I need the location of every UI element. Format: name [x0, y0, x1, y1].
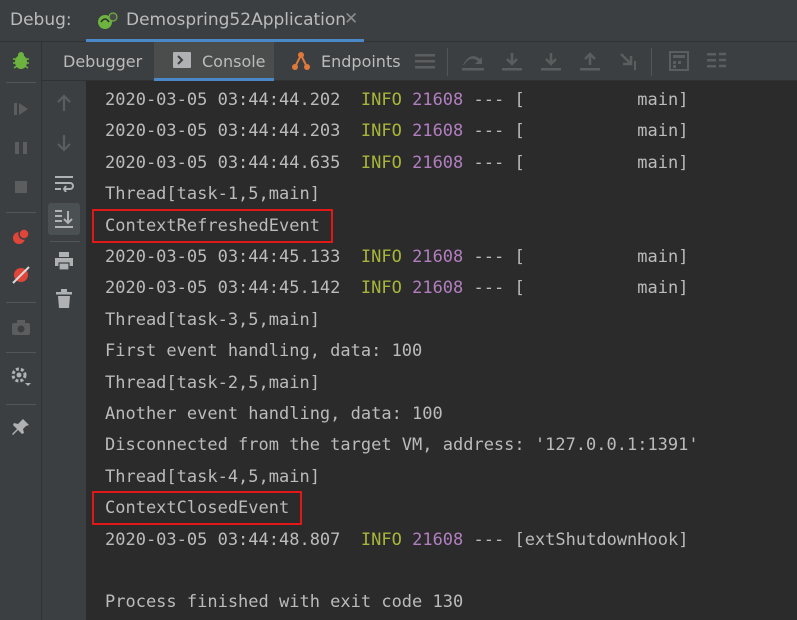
- log-thread: --- [ main]: [463, 90, 689, 110]
- log-timestamp: 2020-03-05 03:44:44.635: [105, 153, 341, 173]
- trash-icon[interactable]: [48, 283, 80, 315]
- log-pid: 21608: [412, 153, 464, 173]
- log-pid: 21608: [412, 278, 464, 298]
- console-line: Thread[task-2,5,main]: [105, 373, 320, 393]
- console-line: Process finished with exit code 130: [105, 592, 464, 612]
- pin-icon[interactable]: [8, 414, 34, 440]
- tab-console[interactable]: Console: [154, 42, 274, 81]
- log-level: INFO: [360, 121, 402, 141]
- highlighted-event-line: ContextRefreshedEvent: [105, 216, 320, 236]
- console-icon: [172, 50, 192, 70]
- endpoints-icon: [290, 50, 312, 72]
- console-line: Disconnected from the target VM, address…: [105, 435, 699, 455]
- show-execution-point-icon[interactable]: [462, 50, 484, 72]
- log-pid: 21608: [412, 90, 464, 110]
- settings-icon[interactable]: [8, 364, 34, 390]
- up-arrow-icon[interactable]: [48, 87, 80, 119]
- log-level: INFO: [360, 90, 402, 110]
- log-thread: --- [ main]: [463, 153, 689, 173]
- session-tab[interactable]: Demospring52Application ✕: [86, 0, 364, 42]
- session-title: Demospring52Application: [126, 10, 347, 30]
- scroll-to-end-icon[interactable]: [48, 203, 80, 235]
- log-timestamp: 2020-03-05 03:44:44.203: [105, 121, 341, 141]
- tab-debugger-label: Debugger: [63, 52, 143, 71]
- log-level: INFO: [360, 278, 402, 298]
- log-pid: 21608: [412, 121, 464, 141]
- down-arrow-icon[interactable]: [48, 127, 80, 159]
- tab-endpoints-label: Endpoints: [321, 52, 401, 71]
- debug-toolbar: Debugger Console Endpoints: [42, 42, 797, 81]
- resume-icon[interactable]: [8, 96, 34, 122]
- console-line: Another event handling, data: 100: [105, 404, 443, 424]
- log-timestamp: 2020-03-05 03:44:45.133: [105, 247, 341, 267]
- evaluate-expression-icon[interactable]: [668, 50, 690, 72]
- step-out-icon[interactable]: [579, 50, 601, 72]
- log-level: INFO: [360, 247, 402, 267]
- debug-label: Debug:: [10, 10, 72, 30]
- log-thread: --- [extShutdownHook]: [463, 530, 689, 550]
- log-line: 2020-03-05 03:44:44.202 INFO 21608 --- […: [105, 89, 688, 111]
- run-to-cursor-icon[interactable]: [618, 50, 640, 72]
- spring-boot-bug-icon: [96, 11, 118, 31]
- log-thread: --- [ main]: [463, 121, 689, 141]
- soft-wrap-icon[interactable]: [48, 167, 80, 199]
- log-timestamp: 2020-03-05 03:44:44.202: [105, 90, 341, 110]
- console-line: First event handling, data: 100: [105, 341, 423, 361]
- print-icon[interactable]: [48, 245, 80, 277]
- console-line: Thread[task-1,5,main]: [105, 184, 320, 204]
- view-breakpoints-icon[interactable]: [8, 224, 34, 250]
- highlighted-event-line: ContextClosedEvent: [105, 498, 290, 518]
- tab-console-label: Console: [202, 52, 266, 71]
- log-thread: --- [ main]: [463, 278, 689, 298]
- console-line: Thread[task-3,5,main]: [105, 310, 320, 330]
- mute-breakpoints-icon[interactable]: [8, 262, 34, 288]
- log-level: INFO: [360, 153, 402, 173]
- pause-icon[interactable]: [8, 135, 34, 161]
- log-thread: --- [ main]: [463, 247, 689, 267]
- camera-icon[interactable]: [8, 314, 34, 340]
- console-line: Thread[task-4,5,main]: [105, 467, 320, 487]
- debug-left-toolbar: [0, 42, 42, 620]
- log-timestamp: 2020-03-05 03:44:45.142: [105, 278, 341, 298]
- close-icon[interactable]: ✕: [344, 9, 358, 29]
- log-line: 2020-03-05 03:44:45.133 INFO 21608 --- […: [105, 246, 688, 268]
- log-level: INFO: [360, 530, 402, 550]
- debug-bug-icon[interactable]: [8, 48, 34, 74]
- log-pid: 21608: [412, 530, 464, 550]
- stop-icon[interactable]: [8, 174, 34, 200]
- log-line: 2020-03-05 03:44:48.807 INFO 21608 --- […: [105, 529, 688, 551]
- tab-debugger[interactable]: Debugger: [42, 42, 154, 81]
- list-threads-icon[interactable]: [414, 50, 436, 72]
- console-output[interactable]: 2020-03-05 03:44:44.202 INFO 21608 --- […: [87, 81, 797, 620]
- log-line: 2020-03-05 03:44:45.142 INFO 21608 --- […: [105, 277, 688, 299]
- console-side-toolbar: [42, 81, 87, 620]
- log-timestamp: 2020-03-05 03:44:48.807: [105, 530, 341, 550]
- tab-endpoints[interactable]: Endpoints: [278, 42, 404, 81]
- log-pid: 21608: [412, 247, 464, 267]
- debug-tool-window-header: Debug: Demospring52Application ✕: [0, 0, 797, 42]
- step-into-icon[interactable]: [540, 50, 562, 72]
- trace-icon[interactable]: [706, 50, 728, 72]
- log-line: 2020-03-05 03:44:44.635 INFO 21608 --- […: [105, 152, 688, 174]
- log-line: 2020-03-05 03:44:44.203 INFO 21608 --- […: [105, 120, 688, 142]
- step-over-icon[interactable]: [501, 50, 523, 72]
